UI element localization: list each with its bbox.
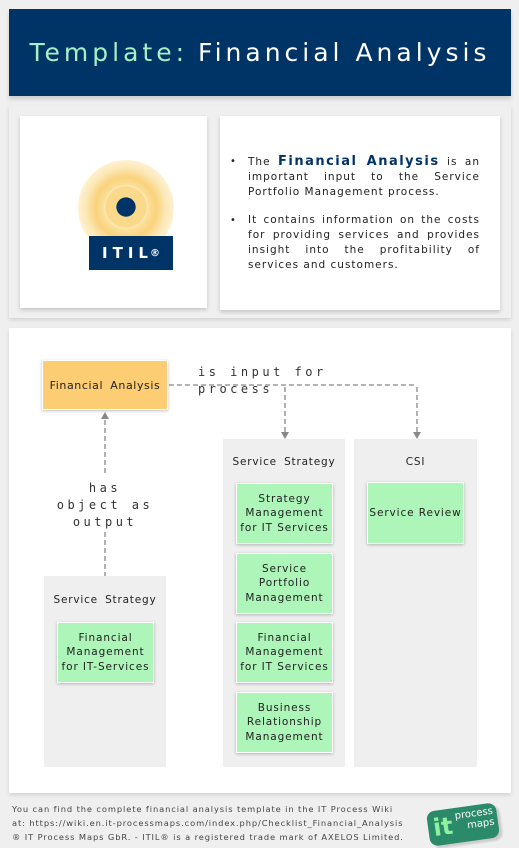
bullet-icon: • bbox=[230, 156, 237, 167]
page-header: Template: Financial Analysis bbox=[9, 9, 511, 96]
intro-bullet: • The Financial Analysis is an important… bbox=[230, 154, 480, 200]
process-box[interactable]: Strategy Management for IT Services bbox=[236, 483, 333, 544]
process-box[interactable]: Business Relationship Management bbox=[236, 692, 333, 753]
itil-logo: ITIL ® bbox=[68, 158, 174, 270]
footer-link[interactable]: at: https://wiki.en.it-processmaps.com/i… bbox=[12, 816, 422, 830]
footer-note: You can find the complete financial anal… bbox=[12, 802, 422, 844]
lane-title: Service Strategy bbox=[53, 594, 157, 606]
intro-text-card: • The Financial Analysis is an important… bbox=[220, 116, 500, 310]
itil-badge-text: ITIL bbox=[102, 244, 153, 262]
process-box[interactable]: Financial Management for IT Services bbox=[236, 622, 333, 683]
it-process-maps-logo[interactable]: it process maps bbox=[425, 802, 501, 847]
lane-title: Service Strategy bbox=[232, 456, 336, 468]
itil-logo-card: ITIL ® bbox=[20, 116, 207, 308]
bullet-text: It contains information on the costs for… bbox=[248, 214, 480, 271]
relation-output-label: has object as output bbox=[56, 481, 154, 529]
process-box[interactable]: Service Review bbox=[367, 482, 464, 544]
page-title: Financial Analysis bbox=[198, 38, 491, 67]
footer-line: You can find the complete financial anal… bbox=[12, 804, 394, 814]
registered-mark: ® bbox=[149, 247, 160, 259]
bullet-icon: • bbox=[230, 215, 237, 226]
footer-line: ® IT Process Maps GbR. - ITIL® is a regi… bbox=[12, 832, 404, 842]
object-financial-analysis[interactable]: Financial Analysis bbox=[42, 360, 168, 410]
logo-process-maps: process maps bbox=[454, 805, 496, 832]
lane-title: CSI bbox=[405, 456, 426, 468]
header-prefix: Template: bbox=[29, 38, 189, 67]
itil-badge: ITIL ® bbox=[89, 236, 173, 270]
process-box[interactable]: Service Portfolio Management bbox=[236, 553, 333, 614]
process-box[interactable]: Financial Management for IT-Services bbox=[57, 622, 154, 683]
logo-it: it bbox=[431, 811, 455, 843]
bullet-text-before: The bbox=[248, 156, 271, 168]
intro-bullet: • It contains information on the costs f… bbox=[230, 213, 480, 273]
bullet-highlight: Financial Analysis bbox=[277, 154, 440, 169]
itil-core-icon bbox=[104, 185, 148, 229]
relation-input-label: is input for process bbox=[198, 365, 327, 396]
